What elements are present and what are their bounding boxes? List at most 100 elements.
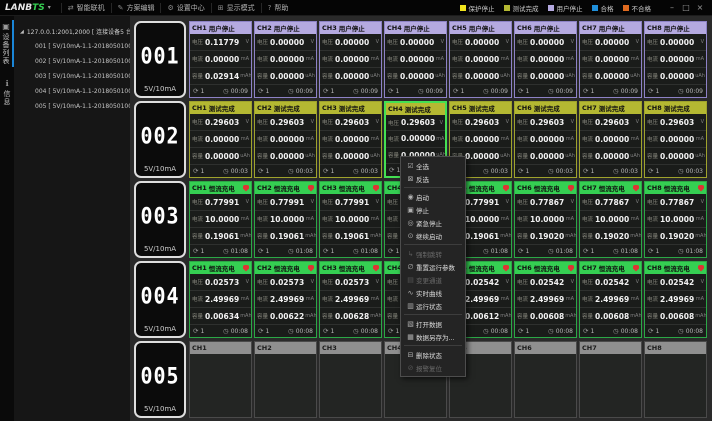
context-menu-item-delete-status[interactable]: ⊟删除状态 <box>401 348 465 361</box>
context-menu-item-resume-start[interactable]: ⊙继续启动 <box>401 229 465 242</box>
loop-value: 1 <box>265 328 269 335</box>
channel-card[interactable]: CH2用户停止电压0.00000V电流0.00000mA容量0.00000uAh… <box>254 21 317 98</box>
context-menu-item-emergency-stop[interactable]: ◎紧急停止 <box>401 216 465 229</box>
tree-device-item[interactable]: 003 [ 5V/10mA-1.1-20180501003 ] <box>14 69 130 84</box>
channel-card[interactable]: CH8恒流充电电压0.02542V电流2.49969mA容量0.00608mAh… <box>644 261 707 338</box>
channel-card[interactable]: CH3恒流充电电压0.77991V电流10.0000mA容量0.19061mAh… <box>319 181 382 258</box>
device-display[interactable]: 0025V/10mA <box>134 101 186 178</box>
step-time: ◷00:09 <box>418 87 443 95</box>
menu-label: 方案编辑 <box>126 3 154 13</box>
channel-card[interactable]: CH7用户停止电压0.00000V电流0.00000mA容量0.00000uAh… <box>579 21 642 98</box>
tree-root-label: 127.0.0.1:2001,2000 [ 连接设备5 台 ] <box>27 27 130 36</box>
maximize-button[interactable]: □ <box>679 3 693 12</box>
context-menu-item-reset-run-params[interactable]: ∅重置运行参数 <box>401 260 465 273</box>
channel-card[interactable]: CH1 <box>189 341 252 418</box>
device-display[interactable]: 0045V/10mA <box>134 261 186 338</box>
channel-card[interactable]: CH6测试完成电压0.29603V电流0.00000mA容量0.00000uAh… <box>514 101 577 178</box>
channel-card[interactable]: CH7 <box>579 341 642 418</box>
channel-card[interactable]: CH7恒流充电电压0.77867V电流10.0000mA容量0.19020mAh… <box>579 181 642 258</box>
device-number: 003 <box>140 202 179 228</box>
channel-card[interactable]: CH3恒流充电电压0.02573V电流2.49969mA容量0.00628mAh… <box>319 261 382 338</box>
channel-voltage-row: 电压0.02573V <box>320 274 381 291</box>
channel-name: CH7 <box>582 184 597 192</box>
close-button[interactable]: × <box>693 3 707 12</box>
context-menu-item-realtime-curve[interactable]: ∿实时曲线 <box>401 286 465 299</box>
side-tab-2[interactable]: ℹ信息 <box>0 77 14 108</box>
channel-card[interactable]: CH6 <box>514 341 577 418</box>
voltage-label: 电压 <box>192 38 203 46</box>
menu-help[interactable]: ?帮助 <box>261 3 295 13</box>
context-menu-item-open-data[interactable]: ▧打开数据 <box>401 317 465 330</box>
channel-card[interactable]: CH3 <box>319 341 382 418</box>
tree-device-item[interactable]: 005 [ 5V/10mA-1.1-20180501005 ] <box>14 99 130 114</box>
loop-count: ⟳1 <box>583 167 594 175</box>
channel-card[interactable]: CH8 <box>644 341 707 418</box>
context-menu-item-run-status[interactable]: ▥运行状态 <box>401 299 465 312</box>
window-controls: –□× <box>665 3 707 12</box>
device-list-icon: ▣ <box>2 22 10 31</box>
channel-card[interactable]: CH1用户停止电压0.11779V电流0.00000mA容量0.02914mAh… <box>189 21 252 98</box>
menu-edit[interactable]: ✎方案编辑 <box>111 3 161 13</box>
loop-icon: ⟳ <box>583 327 588 335</box>
voltage-value: 0.29603 <box>205 118 239 127</box>
channel-card[interactable]: CH3测试完成电压0.29603V电流0.00000mA容量0.00000uAh… <box>319 101 382 178</box>
channel-card[interactable]: CH6用户停止电压0.00000V电流0.00000mA容量0.00000uAh… <box>514 21 577 98</box>
voltage-unit: V <box>245 119 249 125</box>
context-menu-item-select-all[interactable]: ☑全选 <box>401 159 465 172</box>
channel-card[interactable]: CH2测试完成电压0.29603V电流0.00000mA容量0.00000uAh… <box>254 101 317 178</box>
channel-card[interactable]: CH7测试完成电压0.29603V电流0.00000mA容量0.00000uAh… <box>579 101 642 178</box>
voltage-value: 0.00000 <box>660 38 694 47</box>
channel-card[interactable]: CH4用户停止电压0.00000V电流0.00000mA容量0.00000uAh… <box>384 21 447 98</box>
context-menu-item-save-data-as[interactable]: ▦数据另存为... <box>401 330 465 343</box>
context-menu-item-stop[interactable]: ▣停止 <box>401 203 465 216</box>
channel-card[interactable]: CH1恒流充电电压0.02573V电流2.49969mA容量0.00634mAh… <box>189 261 252 338</box>
current-label: 电流 <box>582 135 593 143</box>
menu-display-mode[interactable]: ⊞显示模式 <box>211 3 261 13</box>
channel-card[interactable]: CH2恒流充电电压0.02573V电流2.49969mA容量0.00622mAh… <box>254 261 317 338</box>
channel-card[interactable]: CH7恒流充电电压0.02542V电流2.49969mA容量0.00608mAh… <box>579 261 642 338</box>
tree-device-item[interactable]: 002 [ 5V/10mA-1.1-20180501002 ] <box>14 54 130 69</box>
loop-icon: ⟳ <box>258 327 263 335</box>
context-menu-item-start[interactable]: ◉启动 <box>401 190 465 203</box>
capacity-unit: uAh <box>694 153 705 159</box>
device-range-label: 5V/10mA <box>144 165 176 173</box>
device-display[interactable]: 0055V/10mA <box>134 341 186 418</box>
channel-status: 恒流充电 <box>209 263 235 273</box>
channel-capacity-row: 容量0.00000uAh <box>515 148 576 165</box>
menu-settings[interactable]: ⚙设置中心 <box>160 3 210 13</box>
channel-card[interactable]: CH8用户停止电压0.00000V电流0.00000mA容量0.00000uAh… <box>644 21 707 98</box>
voltage-label: 电压 <box>192 198 203 206</box>
side-tab-1[interactable]: ▣设备列表 <box>0 20 14 67</box>
channel-card[interactable]: CH8测试完成电压0.29603V电流0.00000mA容量0.00000uAh… <box>644 101 707 178</box>
channel-card[interactable]: CH3用户停止电压0.00000V电流0.00000mA容量0.00000uAh… <box>319 21 382 98</box>
step-time: ◷00:08 <box>678 327 703 335</box>
channel-card[interactable]: CH1测试完成电压0.29603V电流0.00000mA容量0.00000uAh… <box>189 101 252 178</box>
menu-link[interactable]: ⇄智能联机 <box>61 3 111 13</box>
channel-card-footer: ⟳1◷01:08 <box>320 245 381 257</box>
channel-card-header: CH8用户停止 <box>645 22 706 34</box>
channel-card[interactable]: CH5用户停止电压0.00000V电流0.00000mA容量0.00000uAh… <box>449 21 512 98</box>
tree-expander-icon[interactable]: ◢ <box>20 29 24 35</box>
context-menu-item-invert-selection[interactable]: ⊠反选 <box>401 172 465 185</box>
tree-device-item[interactable]: 004 [ 5V/10mA-1.1-20180501004 ] <box>14 84 130 99</box>
channel-card[interactable]: CH2 <box>254 341 317 418</box>
legend-color-swatch <box>548 5 554 11</box>
channel-card[interactable]: CH8恒流充电电压0.77867V电流10.0000mA容量0.19020mAh… <box>644 181 707 258</box>
clock-icon: ◷ <box>223 247 229 255</box>
channel-status: 测试完成 <box>405 104 431 114</box>
tree-root-node[interactable]: ◢ 127.0.0.1:2001,2000 [ 连接设备5 台 ] <box>14 24 130 39</box>
channel-card[interactable]: CH6恒流充电电压0.02542V电流2.49969mA容量0.00608mAh… <box>514 261 577 338</box>
device-display[interactable]: 0035V/10mA <box>134 181 186 258</box>
logo-dropdown-icon[interactable]: ▾ <box>48 4 51 11</box>
current-label: 电流 <box>517 295 528 303</box>
channel-card[interactable]: CH2恒流充电电压0.77991V电流10.0000mA容量0.19061mAh… <box>254 181 317 258</box>
voltage-label: 电压 <box>647 118 658 126</box>
current-unit: mA <box>370 216 379 222</box>
channel-card[interactable]: CH6恒流充电电压0.77867V电流10.0000mA容量0.19020mAh… <box>514 181 577 258</box>
time-value: 01:08 <box>296 248 313 255</box>
tree-device-item[interactable]: 001 [ 5V/10mA-1.1-20180501001 ] <box>14 39 130 54</box>
device-display[interactable]: 0015V/10mA <box>134 21 186 98</box>
channel-name: CH3 <box>322 264 337 272</box>
minimize-button[interactable]: – <box>665 3 679 12</box>
channel-card[interactable]: CH1恒流充电电压0.77991V电流10.0000mA容量0.19061mAh… <box>189 181 252 258</box>
